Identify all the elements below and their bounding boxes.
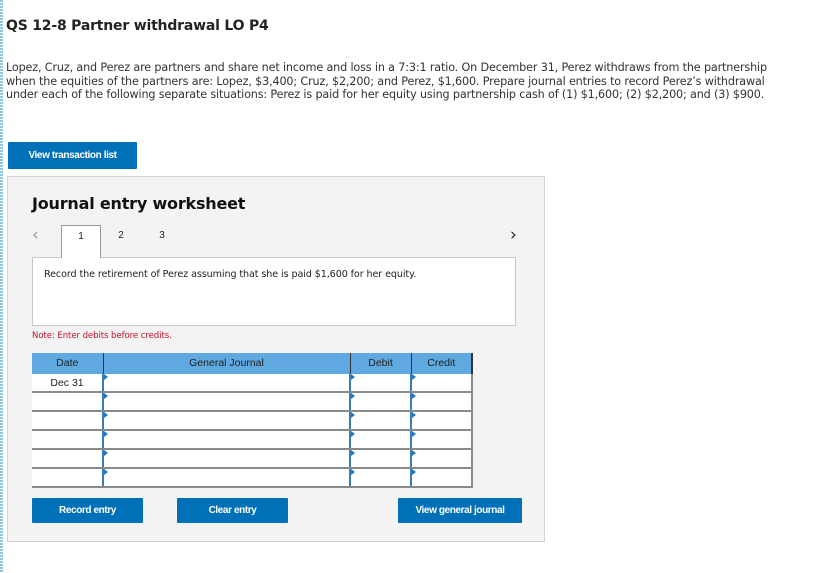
- question-body: Lopez, Cruz, and Perez are partners and …: [6, 61, 767, 101]
- dropdown-flag-icon: [412, 469, 416, 475]
- dropdown-flag-icon: [351, 374, 355, 380]
- account-input[interactable]: [104, 469, 349, 486]
- date-cell[interactable]: [32, 468, 104, 488]
- debit-input[interactable]: [351, 431, 410, 448]
- account-cell[interactable]: [102, 448, 351, 469]
- left-border-strip: [0, 0, 3, 573]
- tab-1[interactable]: 1: [61, 225, 101, 258]
- transaction-description: Record the retirement of Perez assuming …: [44, 269, 417, 280]
- worksheet-title: Journal entry worksheet: [32, 194, 246, 213]
- journal-row: Dec 31: [32, 373, 473, 393]
- view-general-journal-button[interactable]: View general journal: [398, 498, 522, 523]
- dropdown-flag-icon: [351, 431, 355, 437]
- account-input[interactable]: [104, 412, 349, 429]
- dropdown-flag-icon: [104, 412, 108, 418]
- journal-row: [32, 448, 473, 469]
- header-date: Date: [32, 353, 104, 374]
- dropdown-flag-icon: [104, 374, 108, 380]
- journal-row: [32, 429, 473, 450]
- debit-input[interactable]: [351, 469, 410, 486]
- chevron-left-icon[interactable]: ‹: [32, 225, 39, 245]
- dropdown-flag-icon: [104, 469, 108, 475]
- date-cell[interactable]: [32, 411, 104, 431]
- header-debit: Debit: [350, 353, 412, 374]
- credit-cell[interactable]: [410, 373, 473, 393]
- account-input[interactable]: [104, 431, 349, 448]
- tab-3[interactable]: 3: [142, 225, 182, 257]
- dropdown-flag-icon: [351, 412, 355, 418]
- credit-cell[interactable]: [410, 391, 473, 412]
- dropdown-flag-icon: [412, 393, 416, 399]
- dropdown-flag-icon: [104, 393, 108, 399]
- credit-input[interactable]: [412, 393, 471, 410]
- question-title: QS 12-8 Partner withdrawal LO P4: [6, 18, 269, 34]
- date-cell[interactable]: Dec 31: [32, 373, 104, 393]
- view-transaction-list-button[interactable]: View transaction list: [8, 142, 137, 169]
- date-cell[interactable]: [32, 449, 104, 469]
- journal-row: [32, 467, 473, 488]
- transaction-description-box: Record the retirement of Perez assuming …: [32, 257, 516, 326]
- debit-input[interactable]: [351, 412, 410, 429]
- dropdown-flag-icon: [412, 431, 416, 437]
- debit-cell[interactable]: [349, 410, 412, 431]
- account-input[interactable]: [104, 450, 349, 467]
- dropdown-flag-icon: [351, 393, 355, 399]
- date-cell[interactable]: [32, 430, 104, 450]
- journal-row: [32, 410, 473, 431]
- account-cell[interactable]: [102, 429, 351, 450]
- credit-input[interactable]: [412, 450, 471, 467]
- account-cell[interactable]: [102, 410, 351, 431]
- journal-header-row: Date General Journal Debit Credit: [32, 353, 473, 374]
- account-cell[interactable]: [102, 391, 351, 412]
- debit-cell[interactable]: [349, 448, 412, 469]
- debit-input[interactable]: [351, 450, 410, 467]
- dropdown-flag-icon: [412, 374, 416, 380]
- note-text: Note: Enter debits before credits.: [32, 331, 172, 341]
- account-input[interactable]: [104, 374, 349, 391]
- record-entry-button[interactable]: Record entry: [32, 498, 143, 523]
- account-cell[interactable]: [102, 373, 351, 393]
- debit-cell[interactable]: [349, 373, 412, 393]
- debit-input[interactable]: [351, 374, 410, 391]
- credit-cell[interactable]: [410, 410, 473, 431]
- account-cell[interactable]: [102, 467, 351, 488]
- credit-input[interactable]: [412, 431, 471, 448]
- header-credit: Credit: [411, 353, 473, 374]
- dropdown-flag-icon: [104, 431, 108, 437]
- chevron-right-icon[interactable]: ›: [510, 225, 517, 245]
- dropdown-flag-icon: [351, 469, 355, 475]
- dropdown-flag-icon: [412, 450, 416, 456]
- journal-row: [32, 391, 473, 412]
- dropdown-flag-icon: [351, 450, 355, 456]
- journal-entry-worksheet-panel: Journal entry worksheet ‹ 1 2 3 › Record…: [7, 176, 545, 542]
- tab-2[interactable]: 2: [101, 225, 141, 257]
- credit-cell[interactable]: [410, 429, 473, 450]
- header-general-journal: General Journal: [103, 353, 351, 374]
- credit-cell[interactable]: [410, 467, 473, 488]
- debit-cell[interactable]: [349, 391, 412, 412]
- debit-cell[interactable]: [349, 429, 412, 450]
- credit-input[interactable]: [412, 469, 471, 486]
- clear-entry-button[interactable]: Clear entry: [177, 498, 288, 523]
- debit-cell[interactable]: [349, 467, 412, 488]
- credit-cell[interactable]: [410, 448, 473, 469]
- account-input[interactable]: [104, 393, 349, 410]
- dropdown-flag-icon: [104, 450, 108, 456]
- debit-input[interactable]: [351, 393, 410, 410]
- date-cell[interactable]: [32, 392, 104, 412]
- journal-table: Date General Journal Debit Credit Dec 31: [32, 353, 473, 488]
- credit-input[interactable]: [412, 374, 471, 391]
- credit-input[interactable]: [412, 412, 471, 429]
- dropdown-flag-icon: [412, 412, 416, 418]
